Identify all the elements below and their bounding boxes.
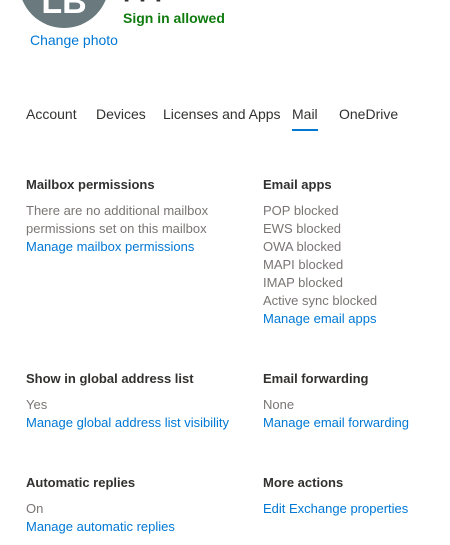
email-app-status-pop: POP blocked bbox=[263, 203, 339, 218]
avatar-initials: LB bbox=[41, 0, 87, 21]
global-address-list-title: Show in global address list bbox=[26, 371, 194, 386]
more-actions-section: More actions Edit Exchange properties bbox=[263, 475, 450, 518]
mailbox-permissions-title: Mailbox permissions bbox=[26, 177, 155, 192]
manage-email-apps-link[interactable]: Manage email apps bbox=[263, 310, 450, 328]
email-app-status-activesync: Active sync blocked bbox=[263, 293, 378, 308]
tab-mail[interactable]: Mail bbox=[292, 106, 318, 122]
global-address-list-section: Show in global address list Yes Manage g… bbox=[26, 371, 229, 432]
edit-exchange-properties-link[interactable]: Edit Exchange properties bbox=[263, 500, 450, 518]
email-forwarding-section: Email forwarding None Manage email forwa… bbox=[263, 371, 450, 432]
more-actions-title: More actions bbox=[263, 475, 344, 490]
tab-devices[interactable]: Devices bbox=[96, 106, 146, 122]
mailbox-permissions-section: Mailbox permissions There are no additio… bbox=[26, 177, 226, 256]
email-forwarding-title: Email forwarding bbox=[263, 371, 369, 386]
automatic-replies-value: On bbox=[26, 501, 44, 516]
automatic-replies-title: Automatic replies bbox=[26, 475, 136, 490]
manage-email-forwarding-link[interactable]: Manage email forwarding bbox=[263, 414, 450, 432]
email-forwarding-value: None bbox=[263, 397, 295, 412]
tab-account[interactable]: Account bbox=[26, 106, 77, 122]
manage-global-address-list-link[interactable]: Manage global address list visibility bbox=[26, 414, 229, 432]
email-apps-title: Email apps bbox=[263, 177, 332, 192]
active-tab-indicator bbox=[292, 129, 318, 131]
sign-in-status: Sign in allowed bbox=[123, 10, 225, 26]
email-app-status-ews: EWS blocked bbox=[263, 221, 342, 236]
user-name-clipped: · · · bbox=[123, 0, 243, 3]
change-photo-link[interactable]: Change photo bbox=[30, 32, 118, 48]
email-apps-section: Email apps POP blocked EWS blocked OWA b… bbox=[263, 177, 450, 328]
manage-automatic-replies-link[interactable]: Manage automatic replies bbox=[26, 518, 226, 536]
mailbox-permissions-text-line2: permissions set on this mailbox bbox=[26, 221, 207, 236]
tab-onedrive[interactable]: OneDrive bbox=[339, 106, 398, 122]
email-app-status-imap: IMAP blocked bbox=[263, 275, 343, 290]
manage-mailbox-permissions-link[interactable]: Manage mailbox permissions bbox=[26, 238, 226, 256]
email-app-status-mapi: MAPI blocked bbox=[263, 257, 344, 272]
user-name-fragment: · · · bbox=[123, 0, 243, 3]
tab-licenses-and-apps[interactable]: Licenses and Apps bbox=[163, 106, 281, 122]
automatic-replies-section: Automatic replies On Manage automatic re… bbox=[26, 475, 226, 536]
mailbox-permissions-text-line1: There are no additional mailbox bbox=[26, 203, 209, 218]
email-app-status-owa: OWA blocked bbox=[263, 239, 342, 254]
global-address-list-value: Yes bbox=[26, 397, 48, 412]
avatar: LB bbox=[19, 0, 109, 28]
